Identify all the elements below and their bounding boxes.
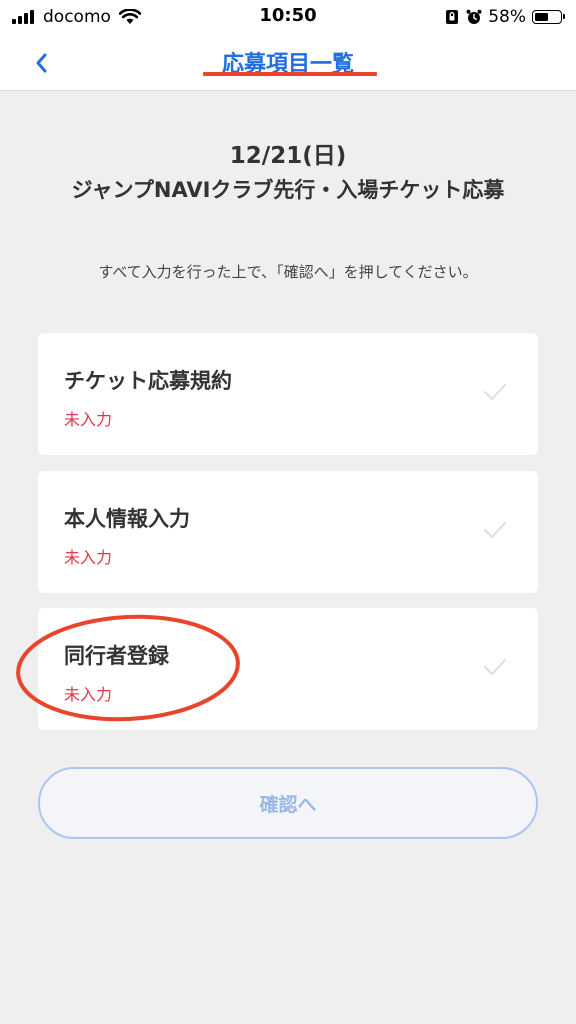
card-title: 同行者登録 [64,644,169,668]
confirm-button[interactable]: 確認へ [38,767,538,839]
event-title: ジャンプNAVIクラブ先行・入場チケット応募 [71,178,505,202]
card-title: チケット応募規約 [64,369,232,393]
event-date: 12/21(日) [229,143,347,169]
nav-bar: 応募項目一覧 [0,34,576,91]
check-icon [484,659,506,675]
card-status: 未入力 [64,685,113,704]
status-bar: docomo 10:50 58% [0,0,576,34]
check-icon [484,384,506,400]
check-icon [484,522,506,538]
card-status: 未入力 [64,410,113,429]
card-companion-registration[interactable]: 同行者登録 未入力 [38,608,538,730]
card-title: 本人情報入力 [64,507,190,531]
battery-percentage: 58% [488,7,526,27]
orientation-lock-icon [446,10,459,24]
alarm-icon [466,9,482,24]
instruction-text: すべて入力を行った上で、「確認へ」を押してください。 [98,263,478,281]
card-ticket-terms[interactable]: チケット応募規約 未入力 [38,333,538,455]
card-status: 未入力 [64,548,113,567]
status-right: 58% [444,6,565,28]
battery-icon [532,10,565,24]
card-personal-info[interactable]: 本人情報入力 未入力 [38,471,538,593]
title-annotation-underline [203,72,377,76]
battery-fill [535,13,548,21]
